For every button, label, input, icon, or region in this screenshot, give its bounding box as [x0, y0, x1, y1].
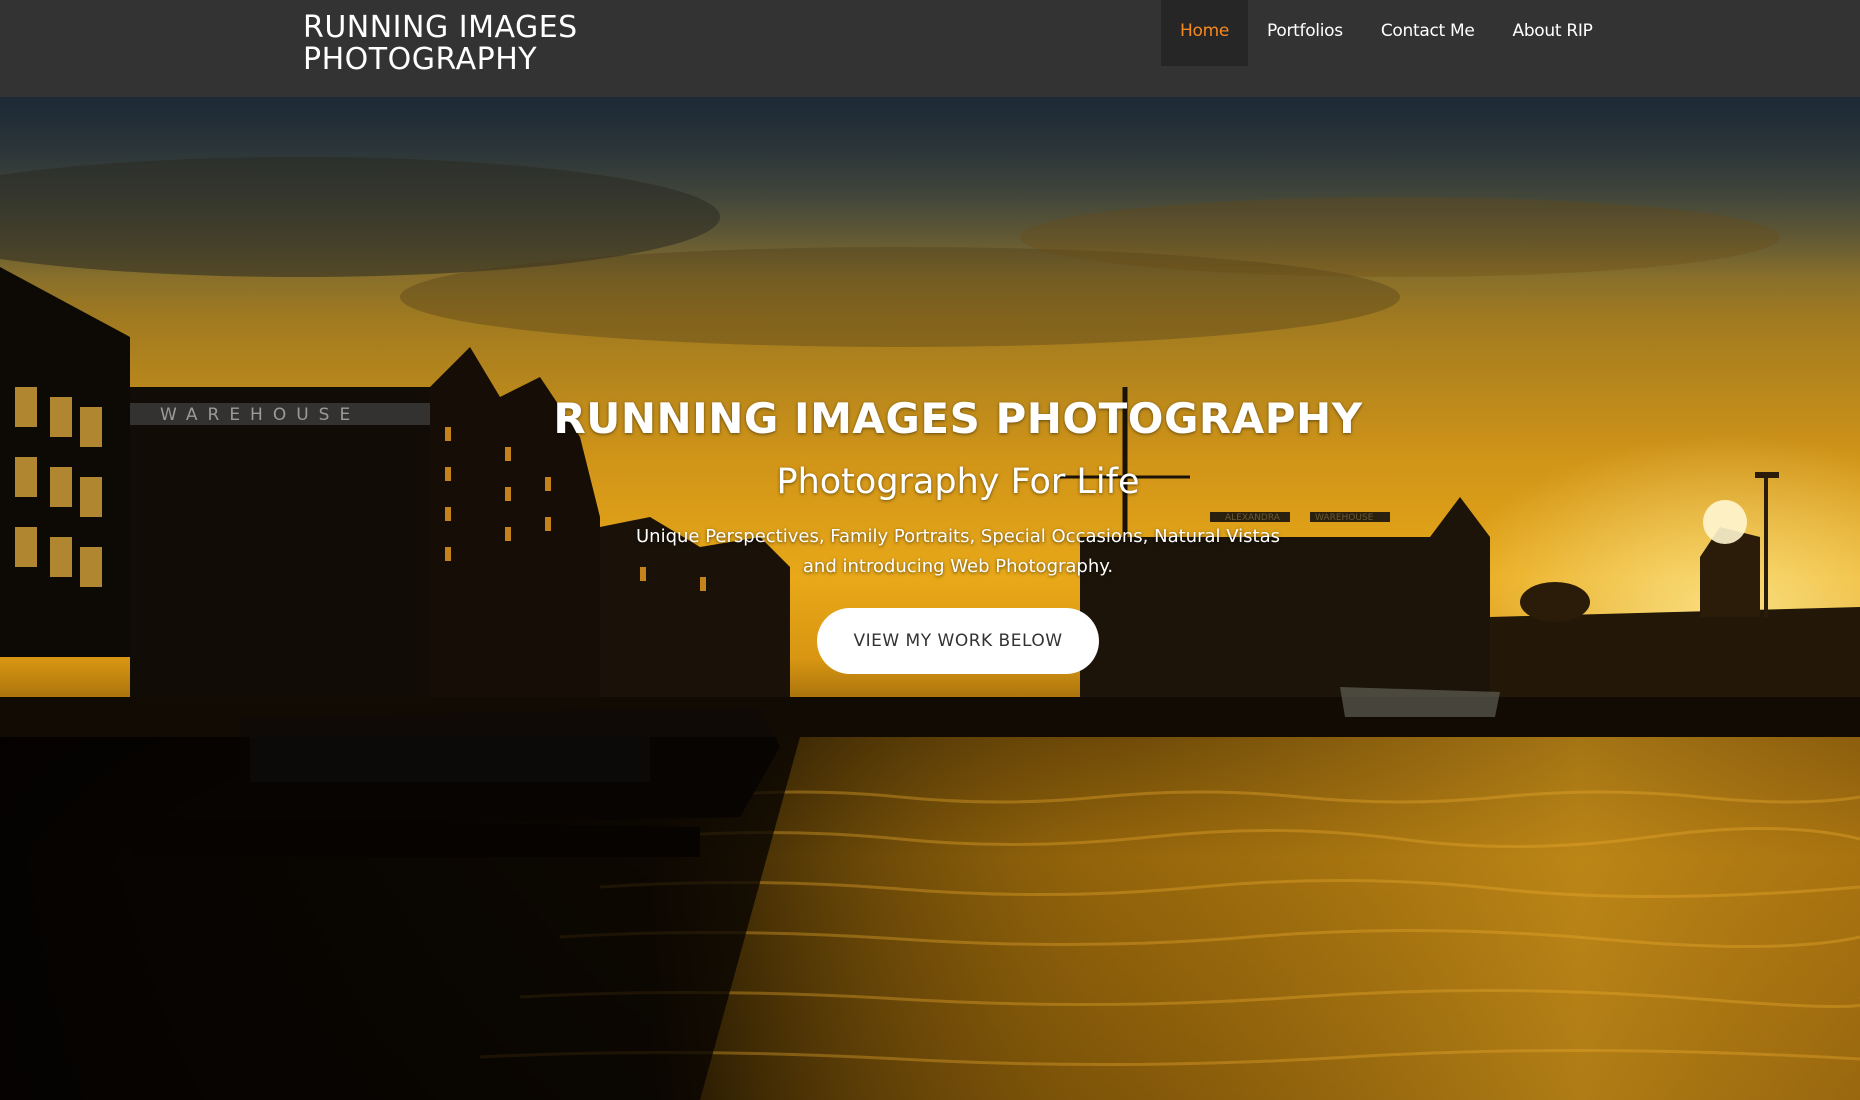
hero-description: Unique Perspectives, Family Portraits, S…	[0, 522, 1860, 582]
hero-description-line-2: and introducing Web Photography.	[802, 556, 1114, 577]
hero-subtitle: Photography For Life	[776, 462, 1140, 502]
site-brand-link[interactable]: RUNNING IMAGES PHOTOGRAPHY	[303, 12, 578, 76]
brand-line-1: RUNNING IMAGES	[303, 10, 578, 45]
nav-contact-link[interactable]: Contact Me	[1362, 0, 1494, 66]
hero-section: WAREHOUSE ALEXANDRA WAREHOUSE RUNNING IM…	[0, 97, 1860, 1100]
hero-title: RUNNING IMAGES PHOTOGRAPHY	[553, 394, 1363, 443]
nav-about-link[interactable]: About RIP	[1493, 0, 1611, 66]
nav-links: Home Portfolios Contact Me About RIP	[1161, 0, 1612, 66]
hero-background-image: WAREHOUSE ALEXANDRA WAREHOUSE	[0, 97, 1860, 1100]
top-navbar: RUNNING IMAGES PHOTOGRAPHY Home Portfoli…	[0, 0, 1860, 97]
nav-home-link[interactable]: Home	[1161, 0, 1249, 66]
hero-description-line-1: Unique Perspectives, Family Portraits, S…	[636, 526, 1280, 547]
nav-portfolios-link[interactable]: Portfolios	[1248, 0, 1362, 66]
view-my-work-button[interactable]: VIEW MY WORK BELOW	[817, 608, 1099, 674]
brand-line-2: PHOTOGRAPHY	[303, 42, 538, 77]
